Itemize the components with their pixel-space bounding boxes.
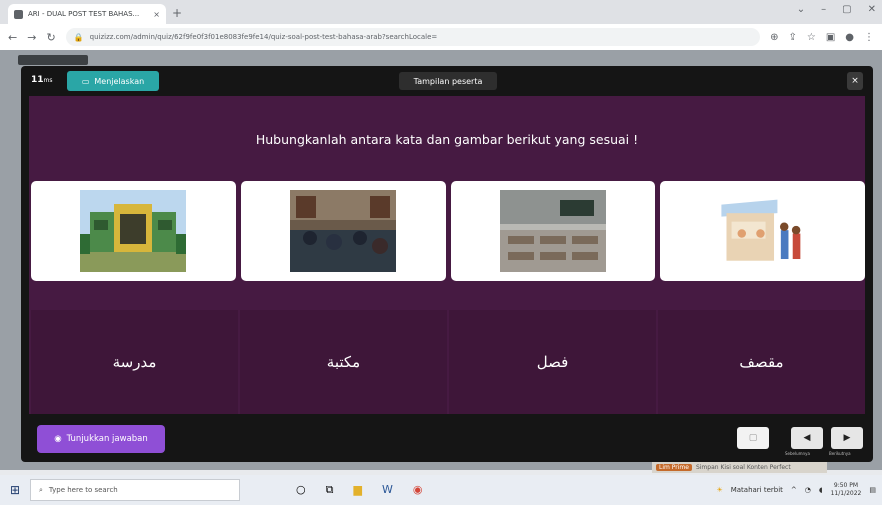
sidebar-icon[interactable]: ▣ (826, 32, 835, 43)
canteen-image (717, 196, 808, 266)
windows-start-icon[interactable]: ⊞ (0, 483, 30, 497)
windows-taskbar: ⊞ ⌕ Type here to search ○ ⧉ ▆ W ◉ ☀ Mata… (0, 475, 882, 505)
explain-icon: ▭ (81, 76, 90, 86)
image-cards (31, 181, 865, 281)
toolbar-icons: ⊕ ⇪ ☆ ▣ ● ⋮ (770, 32, 874, 43)
chrome-icon[interactable]: ◉ (413, 483, 423, 497)
back-icon[interactable]: ← (8, 31, 17, 44)
previous-label: Sebelumnya (785, 451, 810, 456)
minimize-button[interactable]: – (821, 4, 826, 15)
volume-icon[interactable]: ◖ (819, 486, 823, 494)
weather-icon: ☀ (716, 486, 723, 494)
favicon-icon (14, 9, 23, 19)
tray-chevron-icon[interactable]: ^ (791, 486, 797, 494)
word-icon[interactable]: W (382, 483, 393, 497)
library-image (290, 190, 397, 272)
answer-options: مدرسة مكتبة فصل مقصف (31, 310, 865, 414)
next-question-button[interactable]: ▶ (831, 427, 863, 449)
tab-strip: ARI - DUAL POST TEST BAHAS... × + ⌄ – ▢ … (0, 0, 882, 24)
new-tab-button[interactable]: + (172, 6, 182, 20)
eye-icon: ◉ (54, 434, 62, 444)
classroom-image (499, 190, 606, 272)
close-modal-button[interactable]: × (847, 72, 863, 90)
menu-icon[interactable]: ⋮ (864, 32, 874, 43)
taskbar-search[interactable]: ⌕ Type here to search (30, 479, 240, 501)
fullscreen-icon: ▢ (748, 433, 758, 443)
question-panel: Hubungkanlah antara kata dan gambar beri… (29, 96, 865, 414)
address-bar[interactable]: 🔒 quizizz.com/admin/quiz/62f9fe0f3f01e80… (65, 28, 761, 46)
next-label: Berikutnya (829, 451, 851, 456)
zoom-icon[interactable]: ⊕ (770, 32, 778, 43)
image-card-classroom[interactable] (450, 181, 656, 281)
url-text: quizizz.com/admin/quiz/62f9fe0f3f01e8083… (89, 33, 438, 41)
participant-view-label[interactable]: Tampilan peserta (399, 72, 497, 90)
quizizz-logo (18, 55, 88, 65)
bookmark-star-icon[interactable]: ☆ (807, 32, 816, 43)
answer-option-4[interactable]: مقصف (658, 310, 865, 414)
fullscreen-button[interactable]: ▢ (737, 427, 769, 449)
question-modal: 11ms ▭ Menjelaskan Tampilan peserta × Hu… (21, 66, 873, 462)
lock-icon: 🔒 (73, 32, 84, 42)
hint-text: Simpan Kisi soal Konten Perfect (695, 464, 791, 471)
file-explorer-icon[interactable]: ▆ (353, 483, 361, 497)
profile-avatar-icon[interactable]: ● (845, 32, 854, 43)
hint-bar: Lim Prime Simpan Kisi soal Konten Perfec… (652, 462, 827, 473)
show-answer-button[interactable]: ◉ Tunjukkan jawaban (37, 425, 165, 453)
taskbar-apps: ○ ⧉ ▆ W ◉ (296, 483, 422, 497)
reload-icon[interactable]: ↻ (46, 31, 55, 44)
question-text: Hubungkanlah antara kata dan gambar beri… (255, 132, 639, 147)
tab-title: ARI - DUAL POST TEST BAHAS... (28, 10, 140, 18)
taskbar-clock[interactable]: 9:50 PM 11/1/2022 (831, 482, 862, 498)
task-view-icon[interactable]: ⧉ (326, 483, 334, 497)
hint-button[interactable]: Lim Prime (656, 464, 692, 471)
school-building-image (80, 190, 187, 272)
share-icon[interactable]: ⇪ (788, 32, 796, 43)
search-icon: ⌕ (39, 485, 43, 494)
taskbar-search-placeholder: Type here to search (48, 486, 118, 494)
modal-footer: ◉ Tunjukkan jawaban ▢ ◀ ▶ Sebelumnya Ber… (21, 414, 873, 462)
window-controls: ⌄ – ▢ ✕ (797, 4, 876, 15)
weather-text[interactable]: Matahari terbit (731, 486, 783, 494)
maximize-button[interactable]: ▢ (842, 4, 851, 15)
forward-icon[interactable]: → (27, 31, 36, 44)
tab-search-icon[interactable]: ⌄ (797, 4, 805, 15)
notification-icon[interactable]: ▤ (869, 486, 876, 494)
modal-header: 11ms ▭ Menjelaskan Tampilan peserta × (21, 66, 873, 96)
tab-close-icon[interactable]: × (153, 10, 160, 19)
browser-toolbar: ← → ↻ 🔒 quizizz.com/admin/quiz/62f9fe0f3… (0, 24, 882, 50)
network-icon[interactable]: ◔ (805, 486, 811, 494)
question-number: 11ms (31, 75, 53, 85)
clock-date: 11/1/2022 (830, 490, 862, 497)
image-card-school[interactable] (31, 181, 236, 281)
answer-option-1[interactable]: مدرسة (31, 310, 238, 414)
clock-time: 9:50 PM (833, 482, 859, 489)
image-card-library[interactable] (240, 181, 446, 281)
close-window-button[interactable]: ✕ (868, 4, 876, 15)
cortana-icon[interactable]: ○ (296, 483, 306, 497)
answer-option-2[interactable]: مكتبة (240, 310, 447, 414)
browser-tab[interactable]: ARI - DUAL POST TEST BAHAS... × (8, 4, 166, 24)
system-tray: ☀ Matahari terbit ^ ◔ ◖ 9:50 PM 11/1/202… (716, 475, 876, 505)
answer-option-3[interactable]: فصل (449, 310, 656, 414)
describe-button[interactable]: ▭ Menjelaskan (67, 71, 159, 91)
image-card-canteen[interactable] (660, 181, 865, 281)
previous-question-button[interactable]: ◀ (791, 427, 823, 449)
browser-window: ARI - DUAL POST TEST BAHAS... × + ⌄ – ▢ … (0, 0, 882, 473)
